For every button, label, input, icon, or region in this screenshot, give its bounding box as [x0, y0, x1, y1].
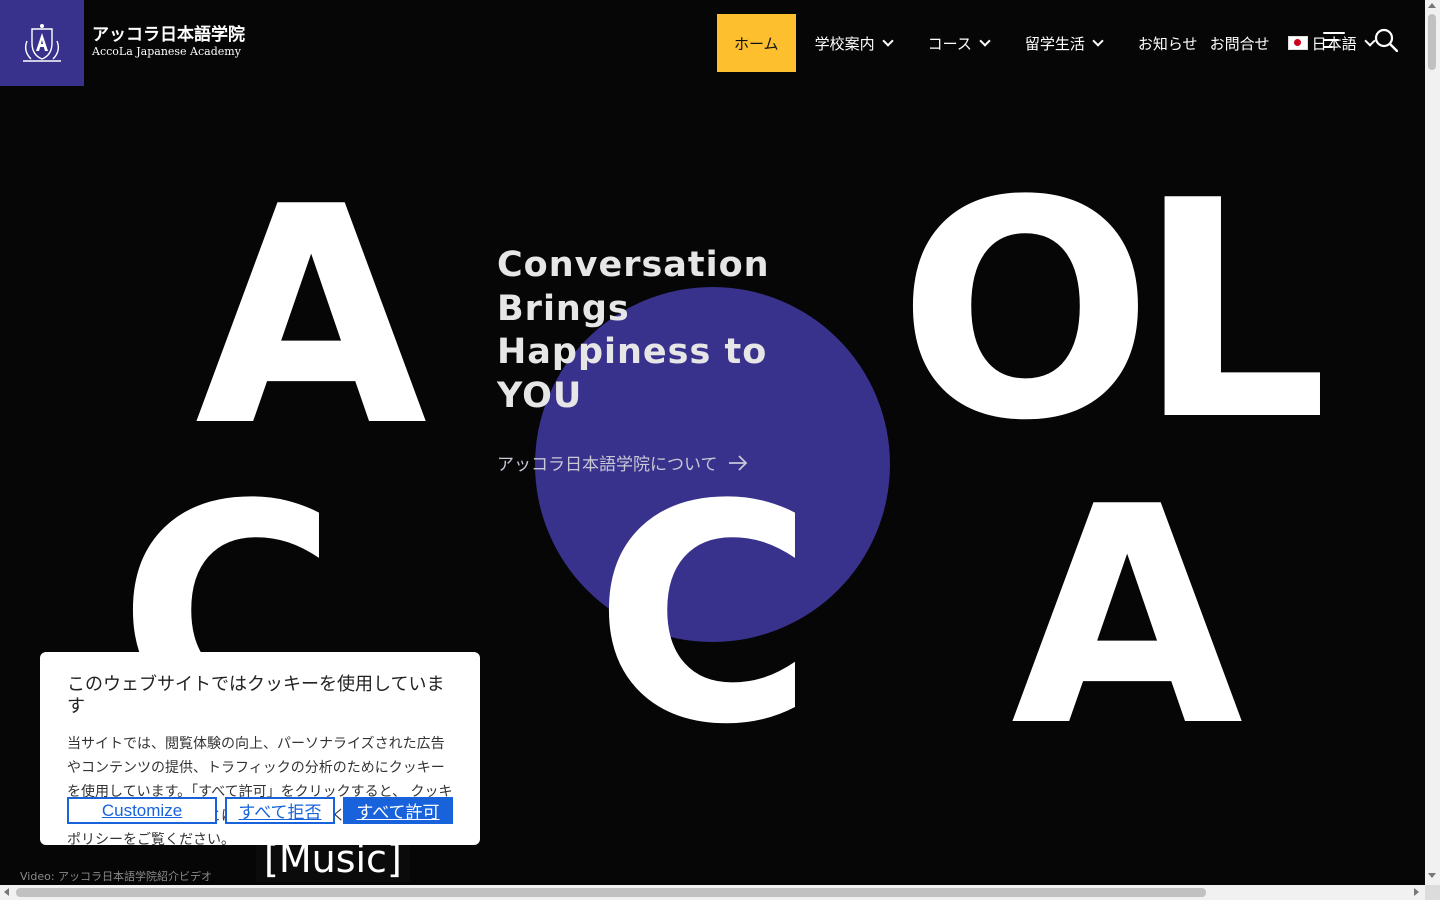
cookie-consent-banner: このウェブサイトではクッキーを使用しています 当サイトでは、閲覧体験の向上、パー…: [40, 652, 480, 848]
scrollbar-corner: [1425, 885, 1440, 900]
scroll-up-icon[interactable]: [1428, 3, 1436, 8]
nav-item-contact[interactable]: お問合せ: [1210, 14, 1270, 72]
nav-item-label: お知らせ: [1137, 34, 1198, 53]
arrow-right-icon: [728, 454, 747, 471]
main-nav: ホーム 学校案内 コース 留学生活 お知らせ お問合せ 日本語: [717, 14, 1376, 72]
brand-name[interactable]: アッコラ日本語学院 AccoLa Japanese Academy: [92, 26, 245, 59]
horizontal-scrollbar[interactable]: [0, 885, 1425, 900]
japan-flag-icon: [1287, 36, 1308, 50]
hero-headline: Conversation Brings Happiness to YOU: [497, 245, 770, 416]
nav-item-label: 学校案内: [814, 34, 875, 53]
nav-item-label: 留学生活: [1024, 34, 1085, 53]
site-logo[interactable]: [0, 0, 84, 86]
vertical-scrollbar-thumb[interactable]: [1428, 14, 1436, 70]
crest-logo: [23, 24, 61, 62]
cookie-title: このウェブサイトではクッキーを使用しています: [67, 674, 445, 717]
video-credit: Video: アッコラ日本語学院紹介ビデオ: [20, 870, 213, 883]
brand-name-jp: アッコラ日本語学院: [92, 25, 245, 45]
horizontal-scrollbar-thumb[interactable]: [16, 888, 1206, 897]
nav-item-label: コース: [927, 34, 972, 53]
about-link-label: アッコラ日本語学院について: [497, 455, 718, 475]
vertical-scrollbar[interactable]: [1425, 0, 1440, 885]
reject-all-button[interactable]: すべて拒否: [225, 797, 335, 824]
cookie-text: 当サイトでは、閲覧体験の向上、パーソナライズされた広告やコンテンツの提供、トラフ…: [67, 736, 453, 848]
hamburger-menu-icon[interactable]: [1323, 30, 1347, 50]
hero-letter: C: [594, 441, 815, 790]
chevron-down-icon: [1092, 35, 1104, 47]
nav-item-student-life[interactable]: 留学生活: [1024, 14, 1104, 72]
hero-letter: A: [195, 143, 428, 492]
scroll-right-icon[interactable]: [1414, 888, 1419, 896]
nav-item-home[interactable]: ホーム: [717, 14, 796, 72]
nav-item-courses[interactable]: コース: [927, 14, 991, 72]
nav-item-label: ホーム: [734, 34, 779, 53]
nav-item-news[interactable]: お知らせ: [1138, 14, 1198, 72]
page: アッコラ日本語学院 AccoLa Japanese Academy ホーム 学校…: [0, 0, 1425, 885]
accept-all-button[interactable]: すべて許可: [343, 797, 453, 824]
search-icon[interactable]: [1374, 28, 1398, 52]
cookie-buttons: Customize すべて拒否 すべて許可: [67, 797, 453, 824]
chevron-down-icon: [979, 35, 991, 47]
hero-letter: A: [1011, 443, 1244, 792]
about-link[interactable]: アッコラ日本語学院について: [497, 450, 748, 475]
nav-item-about[interactable]: 学校案内: [814, 14, 894, 72]
customize-button[interactable]: Customize: [67, 797, 217, 824]
brand-name-en: AccoLa Japanese Academy: [92, 45, 241, 58]
scroll-down-icon[interactable]: [1428, 873, 1436, 878]
nav-item-label: お問合せ: [1209, 34, 1270, 53]
scroll-left-icon[interactable]: [4, 888, 9, 896]
hero-letter: OL: [898, 137, 1328, 486]
chevron-down-icon: [881, 35, 894, 47]
